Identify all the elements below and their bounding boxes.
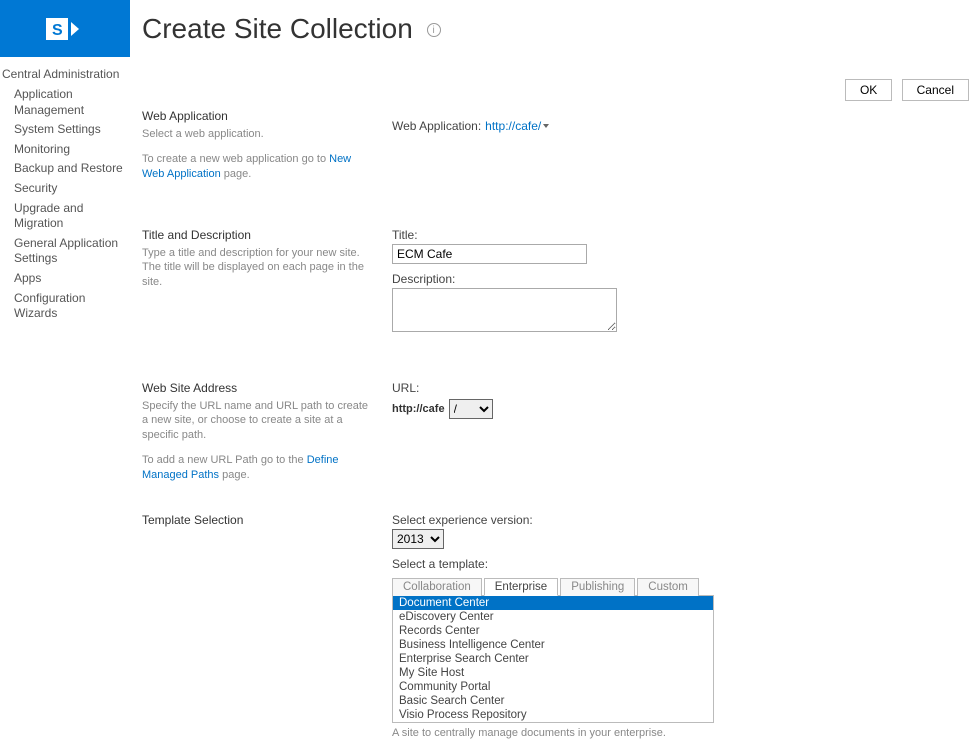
sidebar-item-monitoring[interactable]: Monitoring bbox=[14, 142, 130, 158]
template-item[interactable]: eDiscovery Center bbox=[393, 610, 713, 624]
webapp-desc: Select a web application. bbox=[142, 127, 372, 142]
sidebar-item-general-app-settings[interactable]: General Application Settings bbox=[14, 236, 130, 267]
template-item[interactable]: Community Portal bbox=[393, 680, 713, 694]
tab-collaboration[interactable]: Collaboration bbox=[392, 578, 482, 596]
template-description: A site to centrally manage documents in … bbox=[392, 727, 957, 739]
ok-button[interactable]: OK bbox=[845, 79, 892, 101]
template-item[interactable]: Visio Process Repository bbox=[393, 708, 713, 722]
sidebar-item-application-management[interactable]: Application Management bbox=[14, 87, 130, 118]
sharepoint-logo: S bbox=[0, 0, 130, 57]
select-template-label: Select a template: bbox=[392, 557, 957, 571]
cancel-button[interactable]: Cancel bbox=[902, 79, 969, 101]
help-icon[interactable]: i bbox=[427, 23, 441, 37]
tab-custom[interactable]: Custom bbox=[637, 578, 699, 596]
template-heading: Template Selection bbox=[142, 513, 372, 527]
sidebar-item-system-settings[interactable]: System Settings bbox=[14, 122, 130, 138]
url-path-select[interactable]: / bbox=[449, 399, 493, 419]
svg-text:S: S bbox=[52, 22, 63, 39]
webapp-heading: Web Application bbox=[142, 109, 372, 123]
template-list: Document Center eDiscovery Center Record… bbox=[392, 596, 714, 723]
title-desc-desc: Type a title and description for your ne… bbox=[142, 246, 372, 291]
template-item[interactable]: Records Center bbox=[393, 624, 713, 638]
experience-version-select[interactable]: 2013 bbox=[392, 529, 444, 549]
url-label: URL: bbox=[392, 381, 957, 395]
url-heading: Web Site Address bbox=[142, 381, 372, 395]
sidebar-item-apps[interactable]: Apps bbox=[14, 271, 130, 287]
template-tabs: Collaboration Enterprise Publishing Cust… bbox=[392, 577, 714, 596]
dropdown-caret-icon[interactable] bbox=[543, 124, 549, 128]
version-label: Select experience version: bbox=[392, 513, 957, 527]
template-item[interactable]: Document Center bbox=[393, 596, 713, 610]
webapp-label: Web Application: bbox=[392, 119, 481, 133]
sidebar-item-backup-restore[interactable]: Backup and Restore bbox=[14, 161, 130, 177]
sidebar-item-upgrade-migration[interactable]: Upgrade and Migration bbox=[14, 201, 130, 232]
description-input[interactable] bbox=[392, 288, 617, 332]
sidebar: Central Administration Application Manag… bbox=[0, 57, 132, 739]
sidebar-item-security[interactable]: Security bbox=[14, 181, 130, 197]
description-label: Description: bbox=[392, 272, 957, 286]
sidebar-title[interactable]: Central Administration bbox=[2, 67, 130, 81]
title-desc-heading: Title and Description bbox=[142, 228, 372, 242]
title-label: Title: bbox=[392, 228, 957, 242]
template-item[interactable]: Business Intelligence Center bbox=[393, 638, 713, 652]
tab-enterprise[interactable]: Enterprise bbox=[484, 578, 558, 596]
page-title: Create Site Collection i bbox=[142, 13, 441, 45]
title-input[interactable] bbox=[392, 244, 587, 264]
template-item[interactable]: Enterprise Search Center bbox=[393, 652, 713, 666]
sidebar-item-config-wizards[interactable]: Configuration Wizards bbox=[14, 291, 130, 322]
url-base: http://cafe bbox=[392, 403, 445, 415]
template-item[interactable]: Basic Search Center bbox=[393, 694, 713, 708]
tab-publishing[interactable]: Publishing bbox=[560, 578, 635, 596]
webapp-picker[interactable]: http://cafe/ bbox=[485, 119, 541, 133]
url-desc: Specify the URL name and URL path to cre… bbox=[142, 399, 372, 444]
template-item[interactable]: My Site Host bbox=[393, 666, 713, 680]
